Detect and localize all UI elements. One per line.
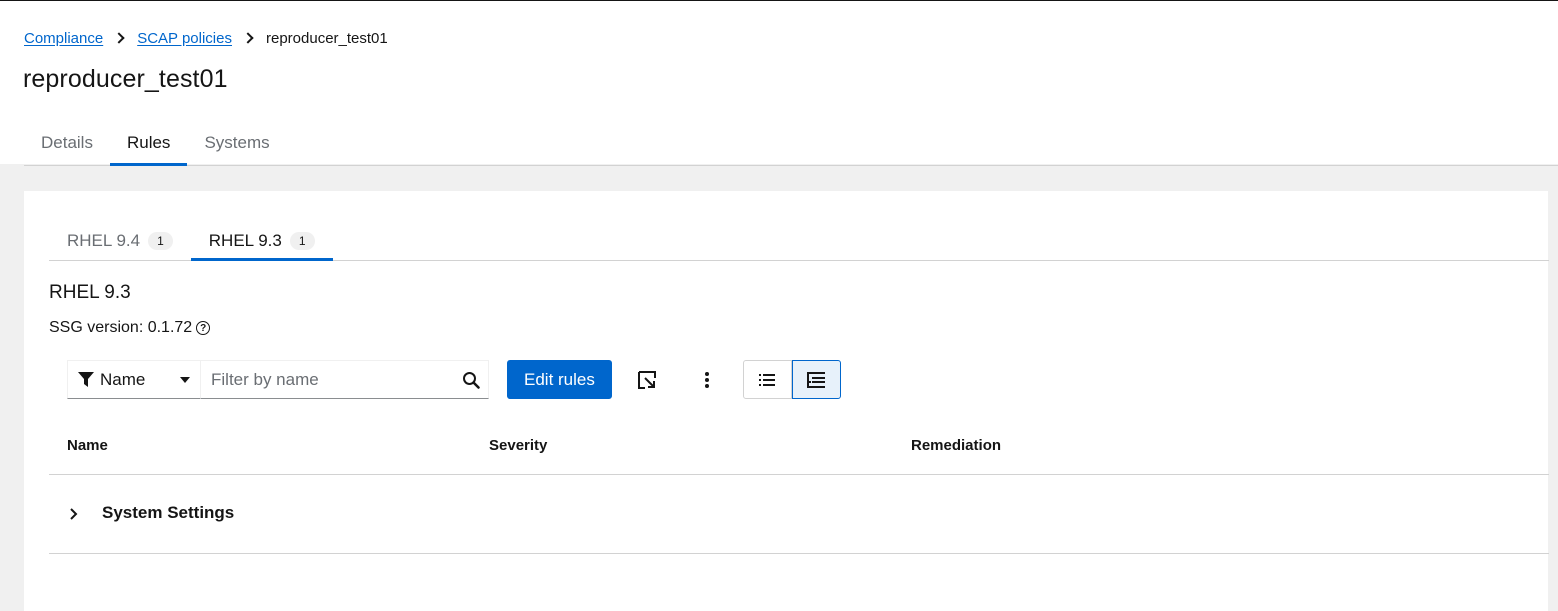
count-badge: 1 (289, 231, 315, 250)
list-view-toggle[interactable] (742, 360, 792, 399)
tab-label: RHEL 9.3 (208, 230, 282, 250)
export-button[interactable] (627, 360, 667, 399)
tab-rhel-9-4[interactable]: RHEL 9.4 1 (49, 221, 191, 260)
view-toggle-group (742, 360, 841, 399)
search-field (201, 360, 489, 399)
column-header-remediation[interactable]: Remediation (911, 437, 1001, 454)
tab-rhel-9-3[interactable]: RHEL 9.3 1 (190, 221, 333, 261)
column-header-name[interactable]: Name (67, 437, 108, 454)
table-header: Name Severity Remediation (49, 423, 1549, 475)
chevron-right-icon (242, 32, 254, 44)
row-group-label: System Settings (102, 503, 235, 522)
page-title: reproducer_test01 (23, 65, 228, 93)
count-badge: 1 (148, 231, 173, 250)
kebab-menu-button[interactable] (687, 360, 727, 399)
filter-icon (78, 371, 94, 387)
kebab-icon (704, 371, 709, 388)
main-tabs: Details Rules Systems (24, 121, 1558, 166)
rules-card: RHEL 9.4 1 RHEL 9.3 1 RHEL 9.3 SSG versi… (24, 191, 1549, 611)
ssg-version: SSG version: 0.1.72 ? (49, 319, 211, 337)
page-header: Compliance SCAP policies reproducer_test… (0, 1, 1558, 166)
breadcrumb-current: reproducer_test01 (266, 29, 388, 47)
export-icon (637, 370, 656, 389)
breadcrumb-scap-policies-link[interactable]: SCAP policies (137, 30, 232, 47)
chevron-right-icon[interactable] (67, 505, 81, 523)
tab-systems[interactable]: Systems (187, 121, 286, 165)
search-icon[interactable] (462, 371, 480, 389)
chevron-right-icon (113, 32, 125, 44)
breadcrumb: Compliance SCAP policies reproducer_test… (24, 28, 388, 48)
help-icon[interactable]: ? (196, 321, 211, 335)
toolbar: Name Edit rules (67, 360, 841, 399)
caret-down-icon (180, 376, 190, 383)
tab-rules[interactable]: Rules (109, 121, 188, 166)
filter-attribute-label: Name (100, 369, 146, 389)
tree-view-toggle[interactable] (791, 360, 841, 399)
table-row: System Settings (49, 475, 1549, 554)
tab-label: RHEL 9.4 (67, 230, 141, 250)
tab-details[interactable]: Details (24, 121, 110, 165)
breadcrumb-compliance-link[interactable]: Compliance (24, 30, 103, 47)
section-title: RHEL 9.3 (49, 282, 131, 303)
list-icon (759, 373, 776, 386)
os-version-tabs: RHEL 9.4 1 RHEL 9.3 1 (49, 221, 1549, 261)
ssg-version-text: SSG version: 0.1.72 (49, 319, 193, 336)
search-input[interactable] (209, 368, 462, 391)
filter-attribute-select[interactable]: Name (67, 360, 201, 399)
column-header-severity[interactable]: Severity (489, 437, 547, 454)
tree-view-icon (807, 371, 826, 388)
edit-rules-button[interactable]: Edit rules (507, 360, 612, 399)
